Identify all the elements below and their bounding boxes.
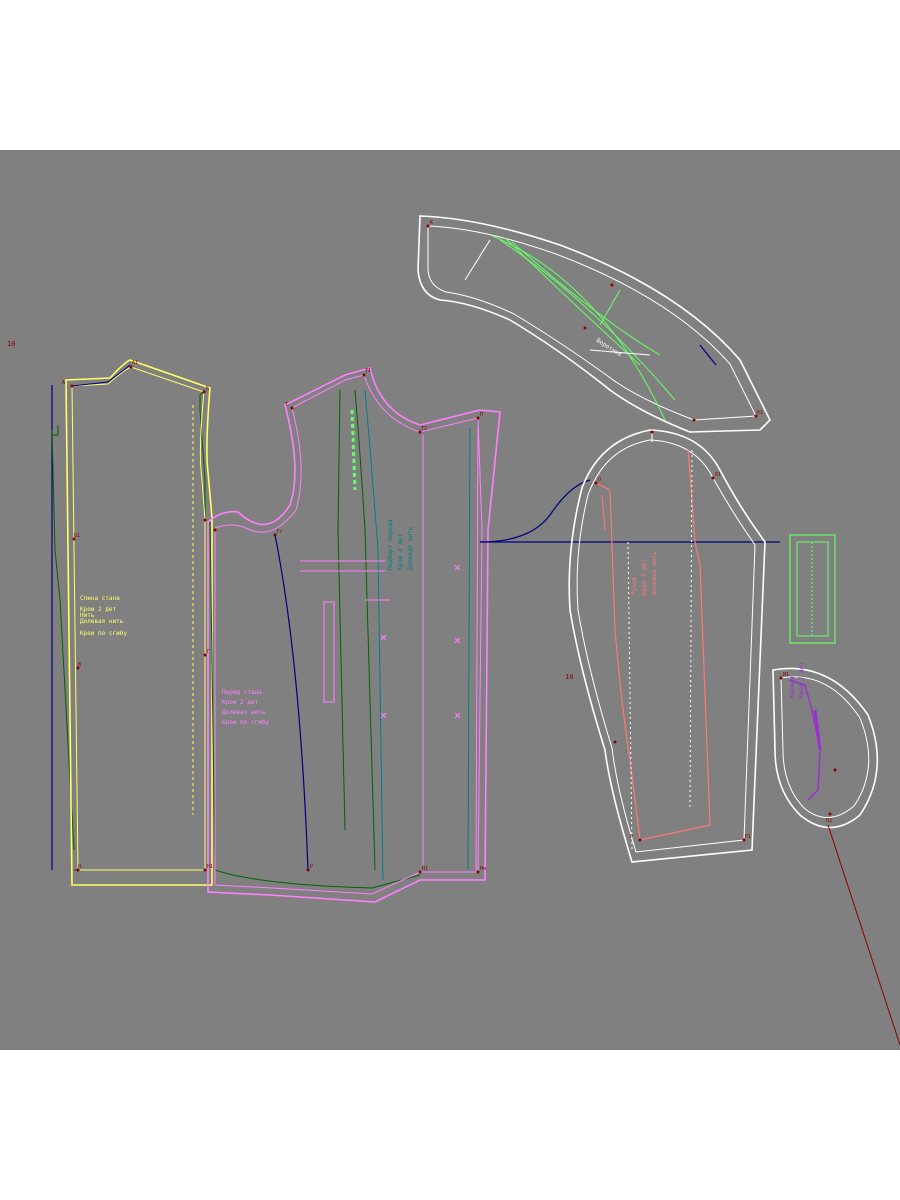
point-label: Б1 <box>74 533 80 539</box>
back-piece-text: Спина стана Крои 2 дет Нить Долевая нить… <box>80 596 127 637</box>
facing-text-line: Крои 2 дет <box>397 533 404 570</box>
front-piece[interactable] <box>207 367 501 903</box>
sleeve-text-line: Долевая нить <box>651 551 658 595</box>
collar-piece[interactable] <box>417 215 771 433</box>
point-label: Р <box>630 834 633 840</box>
point-label: Г <box>207 649 210 655</box>
point-label: Гг <box>277 529 283 535</box>
point-label: Н1 <box>422 866 428 872</box>
pattern-canvas[interactable]: 10 10 A A1 Б Б1 В Н Н1 Г Т Т1 Т2 П Нн Н1… <box>0 150 900 1050</box>
pattern-drawing: A A1 Б Б1 В Н Н1 Г Т Т1 Т2 П Нн Н1 Гг Р … <box>51 215 900 1046</box>
front-text-line: Долевая нить <box>222 709 266 716</box>
sleeve-text-line: Рукав <box>631 576 638 595</box>
point-label: Н1 <box>207 864 213 870</box>
small-rect-piece[interactable] <box>789 534 836 644</box>
sleeve-piece[interactable] <box>479 429 780 863</box>
front-piece-text: Перед стана Крои 2 дет Долевая нить Крои… <box>222 690 269 726</box>
point-label: A <box>62 380 65 386</box>
front-text-line: Крои по сгибу <box>222 719 269 726</box>
leader-line <box>827 824 900 1046</box>
pocket-text-line: Крои 2 дет <box>798 661 805 698</box>
back-text-line: Спина стана <box>80 595 120 602</box>
point-markers <box>70 224 837 874</box>
point-label: Т <box>285 402 288 408</box>
sleeve-piece-text: Рукав Крои 2 дет Долевая нить <box>631 551 658 595</box>
point-label: К <box>430 220 433 226</box>
back-text-line: Долевая нить <box>80 618 124 625</box>
facing-text-line: Подборт переда <box>387 519 394 570</box>
point-label: П <box>480 412 483 418</box>
point-label: Т1 <box>365 368 371 374</box>
pocket-text-line: Карман <box>789 676 796 698</box>
point-label: В <box>78 662 81 668</box>
point-label: Р1 <box>745 834 751 840</box>
point-label: О <box>598 477 601 483</box>
point-label: К1 <box>757 410 763 416</box>
sleeve-text-line: Крои 2 дет <box>641 558 648 595</box>
point-label: Н <box>78 864 81 870</box>
front-text-line: Крои 2 дет <box>222 699 259 706</box>
point-label: Нн <box>480 866 486 872</box>
point-label: О1 <box>715 472 721 478</box>
facing-text-line: Долевая нить <box>407 526 414 570</box>
facing-piece-text: Подборт переда Крои 2 дет Долевая нить <box>387 519 414 570</box>
pocket-piece-text: Карман Крои 2 дет <box>789 661 805 698</box>
point-label: Р <box>310 864 313 870</box>
point-label: A1 <box>132 360 138 366</box>
point-label: П2 <box>826 818 832 824</box>
point-label: Т2 <box>421 426 427 432</box>
back-piece[interactable] <box>51 359 213 886</box>
point-label: Б <box>206 386 209 392</box>
front-text-line: Перед стана <box>222 689 262 696</box>
back-text-line: Крои по сгибу <box>80 630 127 637</box>
